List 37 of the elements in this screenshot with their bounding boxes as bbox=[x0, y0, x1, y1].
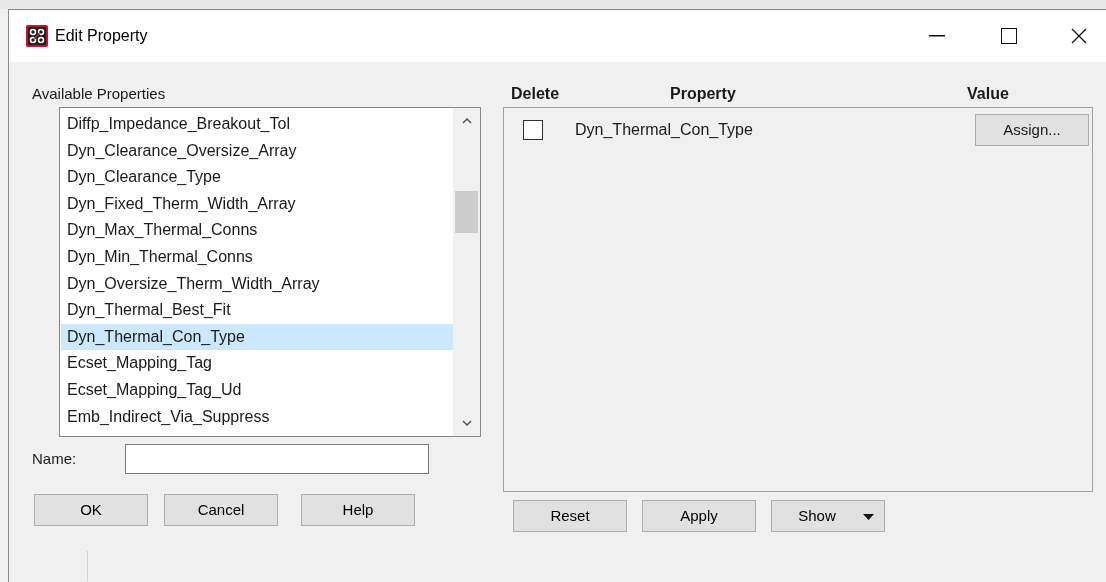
maximize-icon bbox=[1001, 28, 1017, 44]
dialog-button[interactable]: Reset bbox=[513, 500, 627, 532]
dialog-button[interactable]: Apply bbox=[642, 500, 756, 532]
list-item[interactable]: Dyn_Min_Thermal_Conns bbox=[61, 243, 453, 271]
list-item[interactable]: Ecset_Mapping_Tag_Ud bbox=[61, 376, 453, 404]
scroll-down-icon bbox=[461, 420, 472, 426]
list-item[interactable]: Dyn_Clearance_Type bbox=[61, 164, 453, 191]
column-header: Property bbox=[670, 84, 737, 104]
list-item[interactable]: Dyn_Thermal_Con_Type bbox=[61, 323, 453, 351]
list-item[interactable]: Dyn_Thermal_Best_Fit bbox=[61, 297, 453, 324]
dialog-button[interactable]: OK bbox=[34, 494, 148, 526]
scrollbar[interactable] bbox=[453, 108, 480, 436]
list-item[interactable]: Diffp_Impedance_Breakout_Tol bbox=[61, 111, 453, 138]
list-item[interactable]: Emb_Indirect_Via_Suppress bbox=[61, 403, 453, 431]
section-label: Available Properties bbox=[32, 84, 167, 104]
property-name: Dyn_Thermal_Con_Type bbox=[575, 120, 753, 140]
column-header: Value bbox=[967, 84, 1009, 104]
app-icon bbox=[26, 25, 48, 47]
window-title: Edit Property bbox=[55, 26, 148, 46]
close-icon bbox=[1071, 28, 1087, 44]
scroll-up-icon bbox=[461, 118, 472, 124]
column-header: Delete bbox=[511, 84, 561, 104]
name-label: Name: bbox=[32, 448, 78, 469]
minimize-icon bbox=[929, 35, 945, 37]
list-item[interactable]: Dyn_Fixed_Therm_Width_Array bbox=[61, 190, 453, 218]
dialog-button[interactable]: Help bbox=[301, 494, 415, 526]
delete-checkbox[interactable] bbox=[523, 120, 543, 140]
assign-button[interactable]: Assign... bbox=[975, 114, 1089, 146]
dropdown-button[interactable]: Show bbox=[771, 500, 885, 532]
caret-icon bbox=[863, 514, 874, 520]
name-field[interactable] bbox=[125, 444, 429, 474]
list-item[interactable]: Dyn_Max_Thermal_Conns bbox=[61, 217, 453, 244]
list-item[interactable]: Dyn_Clearance_Oversize_Array bbox=[61, 137, 453, 165]
list-item[interactable]: Ecset_Mapping_Tag bbox=[61, 350, 453, 377]
list-item[interactable]: Dyn_Oversize_Therm_Width_Array bbox=[61, 270, 453, 298]
dialog-button[interactable]: Cancel bbox=[164, 494, 278, 526]
scroll-thumb[interactable] bbox=[455, 191, 478, 233]
